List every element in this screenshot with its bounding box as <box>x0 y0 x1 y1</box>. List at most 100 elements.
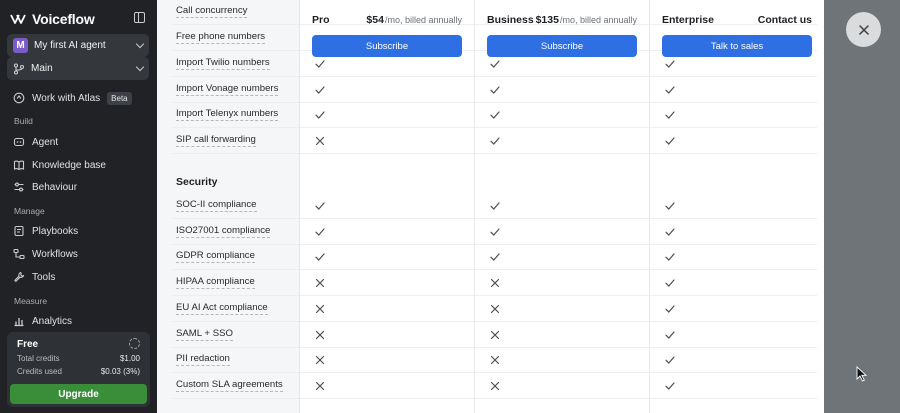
agent-selector[interactable]: M My first AI agent <box>7 34 149 57</box>
cross-icon <box>490 278 500 288</box>
row-divider <box>171 295 817 296</box>
feature-label[interactable]: SOC-II compliance <box>176 199 257 212</box>
check-icon <box>490 253 500 261</box>
cross-icon <box>490 381 500 391</box>
talk-to-sales-button[interactable]: Talk to sales <box>662 35 812 57</box>
row-divider <box>171 269 817 270</box>
feature-label[interactable]: EU AI Act compliance <box>176 302 268 315</box>
cross-icon <box>315 381 325 391</box>
feature-label[interactable]: Import Vonage numbers <box>176 83 279 96</box>
check-icon <box>665 228 675 236</box>
close-button[interactable] <box>846 12 881 47</box>
feature-label[interactable]: Import Twilio numbers <box>176 57 270 70</box>
branch-selector[interactable]: Main <box>7 57 149 80</box>
analytics-icon <box>14 318 24 327</box>
check-icon <box>315 111 325 119</box>
atlas-icon <box>13 92 25 104</box>
sidebar-item-analytics[interactable]: Analytics <box>13 312 151 330</box>
check-icon <box>315 228 325 236</box>
check-icon <box>490 60 500 68</box>
cross-icon <box>315 355 325 365</box>
check-icon <box>315 253 325 261</box>
cross-icon <box>490 355 500 365</box>
pricing-comparison-sheet: Security Call concurrency Free phone numb… <box>157 0 824 413</box>
column-divider <box>474 0 475 413</box>
check-icon <box>490 137 500 145</box>
total-credits-label: Total credits <box>17 354 60 363</box>
check-icon <box>315 202 325 210</box>
feature-label[interactable]: PII redaction <box>176 353 230 366</box>
mouse-cursor-icon <box>856 366 868 382</box>
sidebar: Voiceflow M My first AI agent Main Work … <box>0 0 157 413</box>
row-divider <box>171 372 817 373</box>
sidebar-item-label: Workflows <box>32 248 78 260</box>
row-divider <box>171 244 817 245</box>
feature-label[interactable]: Free phone numbers <box>176 31 266 44</box>
column-divider <box>649 0 650 413</box>
feature-label[interactable]: SIP call forwarding <box>176 134 256 147</box>
cross-icon <box>315 136 325 146</box>
feature-label[interactable]: GDPR compliance <box>176 250 255 263</box>
sidebar-item-playbooks[interactable]: Playbooks <box>13 222 151 240</box>
feature-label[interactable]: HIPAA compliance <box>176 276 255 289</box>
row-divider <box>171 218 817 219</box>
sidebar-item-behaviour[interactable]: Behaviour <box>13 178 151 196</box>
check-icon <box>665 382 675 390</box>
check-icon <box>315 86 325 94</box>
column-divider <box>299 0 300 413</box>
check-icon <box>665 331 675 339</box>
row-divider <box>171 153 817 154</box>
check-icon <box>665 253 675 261</box>
feature-label[interactable]: Call concurrency <box>176 5 248 18</box>
check-icon <box>665 137 675 145</box>
feature-label[interactable]: SAML + SSO <box>176 328 233 341</box>
sidebar-item-label: Tools <box>32 271 56 283</box>
workflow-icon <box>13 248 25 260</box>
plan-title: Enterprise <box>662 14 714 26</box>
subscribe-business-button[interactable]: Subscribe <box>487 35 637 57</box>
sidebar-item-knowledge-base[interactable]: Knowledge base <box>13 156 151 174</box>
close-icon <box>858 24 869 35</box>
feature-label[interactable]: Import Telenyx numbers <box>176 108 279 121</box>
plan-price: $135 <box>535 14 559 26</box>
sidebar-item-label: Behaviour <box>32 181 78 193</box>
sidebar-item-label: Analytics <box>32 315 73 327</box>
chevron-down-icon <box>135 62 145 72</box>
wrench-icon <box>14 271 25 282</box>
logo[interactable]: Voiceflow <box>10 10 147 28</box>
credits-used-row: Credits used $0.03 (3%) <box>17 367 140 376</box>
chevron-down-icon <box>135 39 145 49</box>
sidebar-item-tools[interactable]: Tools <box>13 268 151 286</box>
check-icon <box>490 202 500 210</box>
section-measure: Measure <box>14 296 48 306</box>
section-build: Build <box>14 116 33 126</box>
cross-icon <box>315 304 325 314</box>
upgrade-button[interactable]: Upgrade <box>10 384 147 404</box>
feature-label[interactable]: Custom SLA agreements <box>176 379 283 392</box>
agent-name: My first AI agent <box>34 40 106 51</box>
check-icon <box>665 356 675 364</box>
playbook-icon <box>14 225 24 237</box>
voiceflow-logo-icon <box>10 14 26 24</box>
section-manage: Manage <box>14 206 45 216</box>
collapse-sidebar-icon[interactable] <box>134 12 145 23</box>
subscribe-pro-button[interactable]: Subscribe <box>312 35 462 57</box>
plan-card: Free Total credits $1.00 Credits used $0… <box>7 332 150 407</box>
sidebar-item-workflows[interactable]: Workflows <box>13 245 151 263</box>
credits-used-label: Credits used <box>17 367 62 376</box>
plan-title: Pro <box>312 14 330 26</box>
check-icon <box>665 86 675 94</box>
sliders-icon <box>14 182 24 192</box>
row-divider <box>171 102 817 103</box>
feature-label[interactable]: ISO27001 compliance <box>176 225 271 238</box>
check-icon <box>490 86 500 94</box>
sidebar-item-label: Playbooks <box>32 225 79 237</box>
credits-used-value: $0.03 (3%) <box>100 367 140 376</box>
check-icon <box>490 228 500 236</box>
plan-price: Contact us <box>757 14 812 26</box>
sidebar-item-atlas[interactable]: Work with Atlas Beta <box>13 89 151 107</box>
check-icon <box>490 111 500 119</box>
sidebar-item-agent[interactable]: Agent <box>13 133 151 151</box>
book-icon <box>13 160 25 171</box>
cross-icon <box>490 330 500 340</box>
